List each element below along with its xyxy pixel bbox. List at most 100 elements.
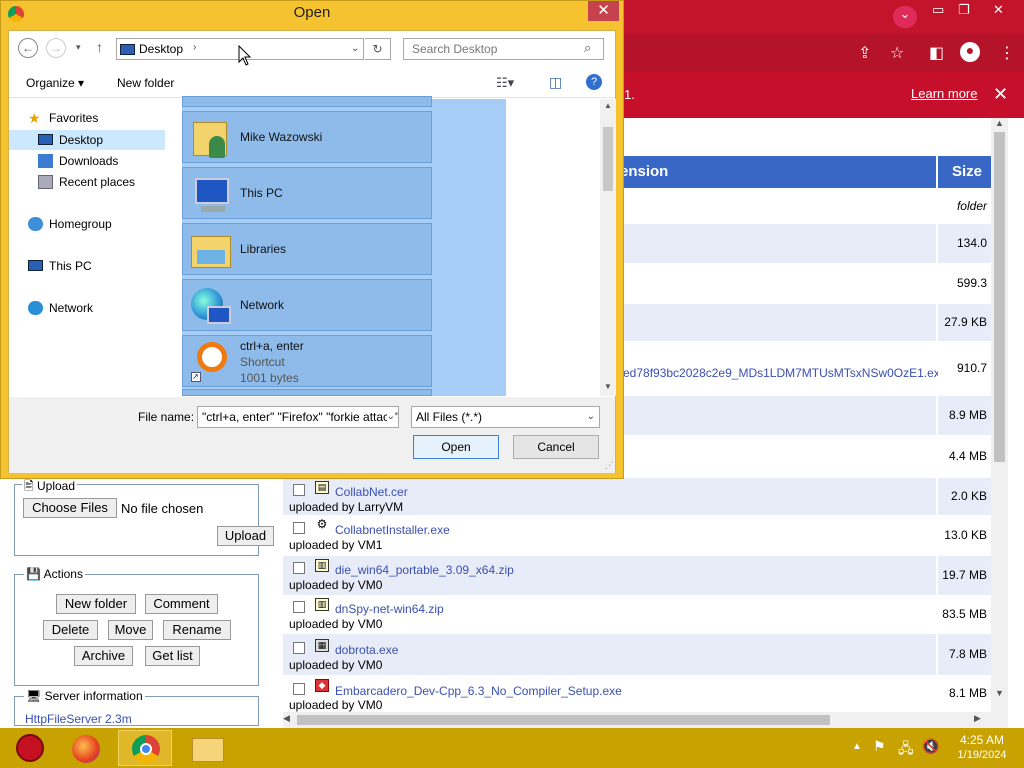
- page-horizontal-scrollbar[interactable]: ◀ ▶: [283, 712, 1008, 728]
- file-link[interactable]: dnSpy-net-win64.zip: [335, 602, 444, 616]
- nav-item-desktop[interactable]: Desktop: [38, 130, 158, 150]
- show-hidden-icons-icon[interactable]: ▲: [852, 741, 862, 752]
- cancel-button[interactable]: Cancel: [513, 435, 599, 459]
- new-folder-button[interactable]: New folder: [56, 594, 136, 614]
- nav-item-downloads[interactable]: Downloads: [38, 151, 158, 171]
- volume-muted-icon[interactable]: 🔇: [922, 738, 939, 755]
- forward-arrow-icon[interactable]: →: [46, 38, 66, 58]
- file-link[interactable]: Embarcadero_Dev-Cpp_6.3_No_Compiler_Setu…: [335, 684, 622, 698]
- share-icon[interactable]: ⇪: [858, 43, 871, 63]
- rename-button[interactable]: Rename: [163, 620, 231, 640]
- chrome-taskbar-icon[interactable]: [118, 730, 172, 766]
- column-header-size[interactable]: Size: [938, 156, 991, 188]
- get-list-button[interactable]: Get list: [145, 646, 200, 666]
- row-checkbox[interactable]: [293, 642, 305, 654]
- open-button[interactable]: Open: [413, 435, 499, 459]
- file-tile[interactable]: Mike Wazowski: [182, 111, 432, 163]
- network-status-icon[interactable]: 🖧: [898, 738, 914, 762]
- back-arrow-icon[interactable]: ←: [18, 38, 38, 58]
- delete-button[interactable]: Delete: [43, 620, 98, 640]
- account-icon[interactable]: ●: [960, 42, 980, 62]
- file-type-select[interactable]: All Files (*.*) ⌄: [411, 406, 600, 428]
- resize-grip-icon[interactable]: ⋰: [605, 460, 614, 471]
- recent-places-icon: [38, 175, 53, 189]
- refresh-icon[interactable]: ↻: [365, 38, 391, 60]
- file-link[interactable]: CollabNet.cer: [335, 485, 408, 499]
- size-cell: 7.8 MB: [938, 634, 991, 675]
- file-type-dropdown-icon: ⌄: [586, 411, 595, 422]
- server-link[interactable]: HttpFileServer 2.3m: [25, 712, 132, 726]
- side-panel-icon[interactable]: ◧: [929, 43, 944, 63]
- page-vertical-scrollbar[interactable]: ▲ ▼: [991, 118, 1008, 712]
- file-name-input[interactable]: "ctrl+a, enter" "Firefox" "forkie attack…: [197, 406, 399, 428]
- no-file-chosen-text: No file chosen: [121, 501, 204, 516]
- comment-button[interactable]: Comment: [145, 594, 218, 614]
- new-folder-command[interactable]: New folder: [117, 76, 174, 90]
- system-clock[interactable]: 4:25 AM 1/19/2024: [952, 733, 1012, 761]
- row-checkbox[interactable]: [293, 601, 305, 613]
- file-tile-partial[interactable]: [182, 96, 432, 107]
- file-link[interactable]: die_win64_portable_3.09_x64.zip: [335, 563, 514, 577]
- row-checkbox[interactable]: [293, 484, 305, 496]
- star-icon: ★: [28, 110, 41, 126]
- file-tile-partial[interactable]: [182, 389, 432, 396]
- start-ornament-icon[interactable]: [4, 730, 58, 766]
- nav-item-favorites[interactable]: ★ Favorites: [28, 108, 148, 128]
- nav-item-network[interactable]: Network: [28, 298, 148, 318]
- choose-files-button[interactable]: Choose Files: [23, 498, 117, 518]
- nav-item-recent-places[interactable]: Recent places: [38, 172, 168, 192]
- dialog-close-button[interactable]: ✕: [588, 1, 619, 21]
- nav-item-this-pc[interactable]: This PC: [28, 256, 148, 276]
- file-link[interactable]: dobrota.exe: [335, 643, 398, 657]
- file-name-dropdown-icon[interactable]: ⌄: [386, 407, 395, 427]
- network-globe-icon: [187, 284, 235, 328]
- recent-locations-chevron-icon[interactable]: ▾: [76, 42, 81, 53]
- nav-item-homegroup[interactable]: Homegroup: [28, 214, 148, 234]
- action-center-flag-icon[interactable]: ⚑: [873, 738, 886, 755]
- server-icon: 🖥: [26, 689, 42, 703]
- clock-time: 4:25 AM: [959, 733, 1005, 747]
- info-bar-close-icon[interactable]: ✕: [993, 84, 1008, 105]
- file-tile-name: Libraries: [240, 242, 287, 256]
- restore-icon[interactable]: ❐: [958, 2, 970, 18]
- file-link[interactable]: CollabnetInstaller.exe: [335, 523, 450, 537]
- organize-menu[interactable]: Organize ▾: [26, 76, 84, 90]
- actions-legend: Actions: [43, 567, 83, 581]
- certificate-file-icon: ▤: [315, 481, 329, 494]
- help-icon[interactable]: ?: [586, 74, 602, 90]
- search-box[interactable]: Search Desktop ⌕: [403, 38, 604, 60]
- file-tile[interactable]: Network: [182, 279, 432, 331]
- up-arrow-icon[interactable]: ↑: [96, 39, 103, 55]
- preview-pane-icon[interactable]: ◫: [549, 74, 562, 91]
- file-tile[interactable]: Libraries: [182, 223, 432, 275]
- firefox-icon[interactable]: [60, 730, 114, 766]
- row-checkbox[interactable]: [293, 562, 305, 574]
- dialog-vertical-scrollbar[interactable]: ▲ ▼: [600, 99, 616, 396]
- file-tile[interactable]: ↗ ctrl+a, enter Shortcut 1001 bytes: [182, 335, 432, 387]
- size-cell: 599.3 KB: [938, 264, 991, 328]
- upload-button[interactable]: Upload: [217, 526, 274, 546]
- move-button[interactable]: Move: [108, 620, 153, 640]
- search-icon[interactable]: ⌕: [584, 40, 591, 56]
- file-explorer-icon[interactable]: [182, 730, 236, 766]
- row-checkbox[interactable]: [293, 522, 305, 534]
- learn-more-link[interactable]: Learn more: [911, 86, 977, 101]
- archive-button[interactable]: Archive: [74, 646, 133, 666]
- file-link[interactable]: ed78f93bc2028c2e9_MDs1LDM7MTUsMTsxNSw0Oz…: [623, 366, 946, 380]
- bookmark-star-icon[interactable]: ☆: [890, 43, 904, 63]
- row-checkbox[interactable]: [293, 683, 305, 695]
- address-dropdown-icon[interactable]: ⌄: [351, 43, 359, 54]
- size-cell: folder: [938, 190, 991, 223]
- profile-menu-icon[interactable]: ⌄: [893, 6, 917, 28]
- chrome-menu-icon[interactable]: ⋮: [999, 43, 1015, 63]
- address-text: Desktop: [139, 42, 184, 56]
- close-window-icon[interactable]: ✕: [993, 2, 1004, 18]
- uploader-text: uploaded by VM0: [289, 578, 383, 592]
- server-info-legend: Server information: [44, 689, 143, 703]
- breadcrumb-chevron-icon[interactable]: ›: [193, 42, 196, 53]
- size-cell: 8.9 MB: [938, 396, 991, 435]
- minimize-icon[interactable]: ▭: [932, 2, 944, 18]
- table-row: ▦ dobrota.exe uploaded by VM0 7.8 MB: [283, 634, 991, 676]
- file-tile[interactable]: This PC: [182, 167, 432, 219]
- view-options-icon[interactable]: ☷▾: [496, 75, 514, 91]
